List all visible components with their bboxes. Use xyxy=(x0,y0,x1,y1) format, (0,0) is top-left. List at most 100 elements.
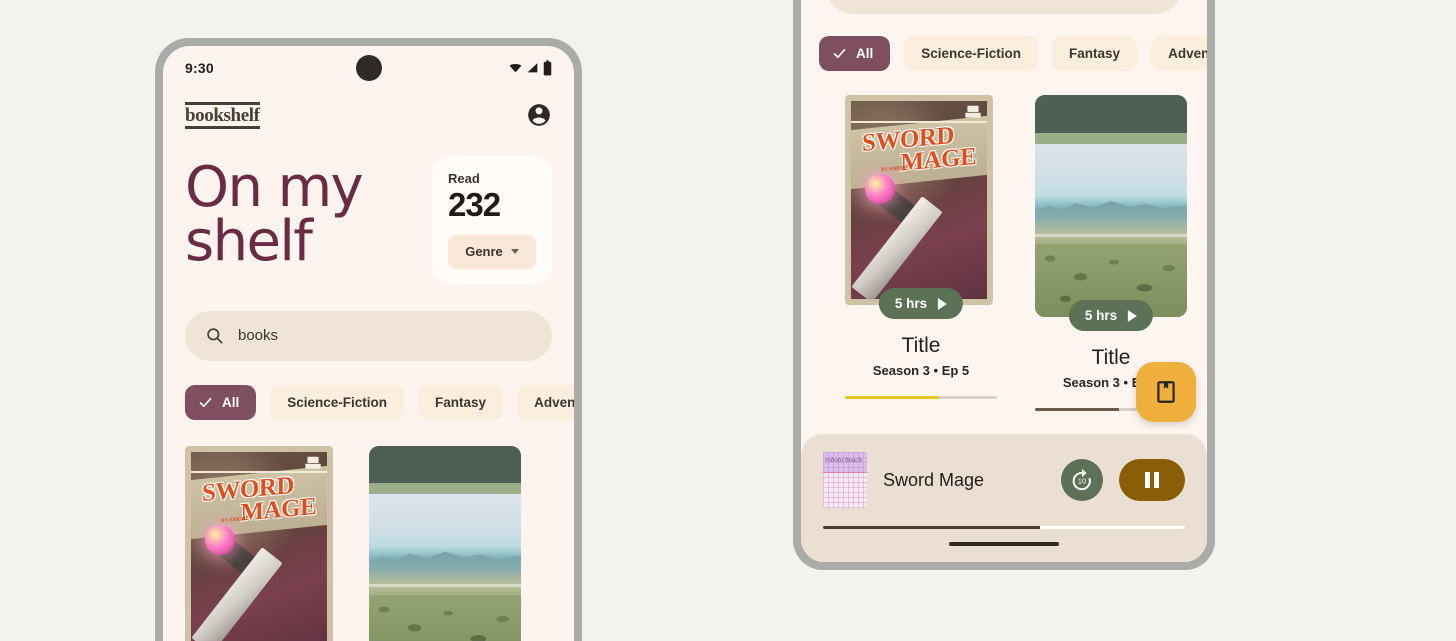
genre-label: Genre xyxy=(465,244,503,260)
search-value: books xyxy=(238,327,279,345)
mini-player-row: roboto beach Sword Mage 10 xyxy=(823,452,1185,508)
now-playing-thumbnail: roboto beach xyxy=(823,452,867,508)
account-circle-icon[interactable] xyxy=(526,102,552,128)
chip-adventure[interactable]: Adventure xyxy=(517,384,574,420)
status-bar: 9:30 xyxy=(163,46,574,90)
tablet-chip-all[interactable]: All xyxy=(819,36,891,71)
card-subtitle: Season 3 • Ep 5 xyxy=(872,363,970,378)
bookmark-book-icon xyxy=(1157,381,1175,403)
chevron-down-icon xyxy=(510,249,519,255)
chip-fantasy[interactable]: Fantasy xyxy=(418,384,504,420)
book-format-icon xyxy=(305,456,321,469)
read-label: Read xyxy=(448,170,480,186)
book-cover-sword-mage[interactable]: SWORD MAGE BY KNIGHT xyxy=(845,95,993,305)
cover-accent-band xyxy=(369,483,521,495)
play-icon xyxy=(938,297,948,310)
pause-icon xyxy=(1145,472,1150,488)
wifi-icon xyxy=(509,63,522,73)
tablet-search-input[interactable] xyxy=(827,0,1181,14)
screenshot-stage: 9:30 bookshelf On my shelf Read 232 Genr… xyxy=(0,0,1456,641)
audiobook-card-row: SWORD MAGE BY KNIGHT 5 hrs Title Season … xyxy=(801,71,1207,411)
tablet-chip-adventure[interactable]: Adventure xyxy=(1151,36,1207,71)
magic-orb xyxy=(864,174,895,205)
thumbnail-divider xyxy=(823,472,867,474)
signal-icon xyxy=(527,63,538,73)
card-progress-bar xyxy=(845,396,997,399)
status-icons xyxy=(508,60,552,76)
cover-header-band xyxy=(369,445,521,484)
horizon-strip xyxy=(369,584,521,588)
playback-progress-fill xyxy=(823,526,1041,529)
magic-orb xyxy=(204,524,235,555)
cover-photo xyxy=(1035,143,1187,317)
card-media[interactable]: 5 hrs xyxy=(1035,95,1187,331)
mini-player: roboto beach Sword Mage 10 xyxy=(801,434,1207,562)
app-logo: bookshelf xyxy=(185,102,260,129)
duration-play-badge[interactable]: 5 hrs xyxy=(878,288,964,319)
chip-label: Adventure xyxy=(1168,46,1207,61)
card-progress-fill xyxy=(845,396,940,399)
now-playing-title: Sword Mage xyxy=(883,469,985,490)
phone-screen: 9:30 bookshelf On my shelf Read 232 Genr… xyxy=(163,46,574,641)
add-book-fab[interactable] xyxy=(1136,362,1196,422)
mountains xyxy=(1035,201,1187,220)
chip-label: Science-Fiction xyxy=(287,394,388,410)
home-indicator xyxy=(949,542,1059,546)
chip-label: All xyxy=(222,394,240,410)
tablet-chip-fantasy[interactable]: Fantasy xyxy=(1052,36,1138,71)
horizon-strip xyxy=(1035,233,1187,237)
play-icon xyxy=(1128,309,1138,322)
pause-button[interactable] xyxy=(1119,459,1185,501)
genre-dropdown[interactable]: Genre xyxy=(448,234,536,269)
svg-text:10: 10 xyxy=(1078,477,1086,486)
card-progress-fill xyxy=(1035,408,1119,411)
book-cover-sword-mage[interactable]: SWORD MAGE BY KNIGHT xyxy=(185,445,333,641)
chip-label: Science-Fiction xyxy=(921,46,1022,61)
chip-label: All xyxy=(856,46,874,61)
cover-title: SWORD MAGE xyxy=(202,472,316,528)
status-time: 9:30 xyxy=(185,60,214,76)
battery-icon xyxy=(543,60,552,76)
chip-all[interactable]: All xyxy=(185,384,257,420)
tablet-screen: All Science-Fiction Fantasy Adventure SW… xyxy=(801,0,1207,562)
thumbnail-text: roboto beach xyxy=(825,456,862,464)
audiobook-card[interactable]: SWORD MAGE BY KNIGHT 5 hrs Title Season … xyxy=(845,95,997,411)
book-cover-landscape[interactable] xyxy=(369,445,521,641)
search-input[interactable]: books xyxy=(185,310,552,361)
book-format-icon xyxy=(965,105,981,118)
scrubland xyxy=(369,594,521,641)
book-cover-row: SWORD MAGE BY KNIGHT xyxy=(163,420,574,641)
chip-label: Fantasy xyxy=(435,394,487,410)
check-icon xyxy=(833,48,846,59)
page-title: On my shelf xyxy=(185,154,364,275)
tablet-device-frame: All Science-Fiction Fantasy Adventure SW… xyxy=(793,0,1215,570)
app-bar: bookshelf xyxy=(163,90,574,129)
front-camera-dot xyxy=(355,55,382,81)
tablet-genre-chip-row[interactable]: All Science-Fiction Fantasy Adventure xyxy=(801,14,1207,71)
duration-label: 5 hrs xyxy=(894,296,928,311)
card-title: Title xyxy=(901,334,941,357)
read-count: 232 xyxy=(448,185,501,223)
forward-10-button[interactable]: 10 xyxy=(1061,459,1103,501)
cover-photo xyxy=(369,494,521,641)
hero-section: On my shelf Read 232 Genre xyxy=(163,129,574,285)
cover-header-band xyxy=(1035,95,1187,133)
book-cover-landscape[interactable] xyxy=(1035,95,1187,317)
mountains xyxy=(369,551,521,571)
cover-accent-band xyxy=(1035,132,1187,144)
forward-10-icon: 10 xyxy=(1072,468,1091,491)
card-media[interactable]: SWORD MAGE BY KNIGHT 5 hrs xyxy=(845,95,997,319)
cover-title: SWORD MAGE xyxy=(862,122,976,178)
chip-label: Adventure xyxy=(534,394,574,410)
chip-science-fiction[interactable]: Science-Fiction xyxy=(270,384,405,420)
duration-label: 5 hrs xyxy=(1084,308,1118,323)
genre-chip-row[interactable]: All Science-Fiction Fantasy Adventure xyxy=(163,361,574,420)
chip-label: Fantasy xyxy=(1069,46,1121,61)
phone-device-frame: 9:30 bookshelf On my shelf Read 232 Genr… xyxy=(155,38,582,641)
search-icon xyxy=(207,328,223,344)
check-icon xyxy=(199,397,212,407)
tablet-chip-science-fiction[interactable]: Science-Fiction xyxy=(904,36,1039,71)
pause-icon xyxy=(1154,472,1159,488)
duration-play-badge[interactable]: 5 hrs xyxy=(1068,300,1154,331)
playback-progress-bar[interactable] xyxy=(823,526,1185,529)
